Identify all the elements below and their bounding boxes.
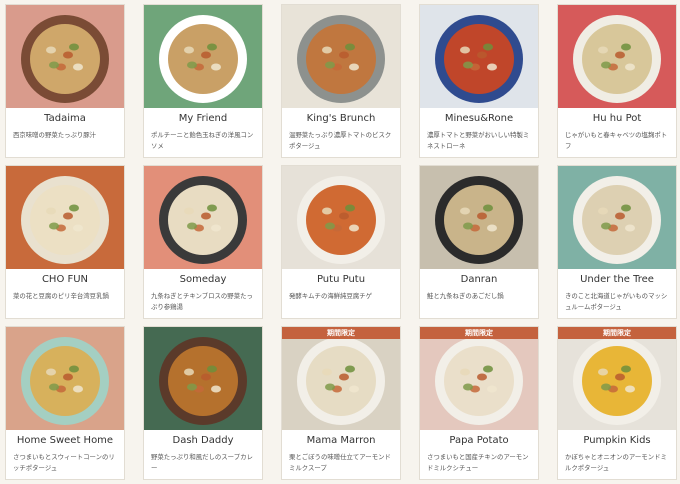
product-title[interactable]: Mama Marron <box>282 435 400 446</box>
product-description: ポルチーニと飴色玉ねぎの洋風コンソメ <box>151 131 254 150</box>
product-title[interactable]: Someday <box>144 274 262 285</box>
product-card[interactable]: 期間限定 Pumpkin Kids かぼちゃとオニオンのアーモンドミルクポタージュ <box>557 326 677 480</box>
product-title[interactable]: Minesu&Rone <box>420 113 538 124</box>
product-photo[interactable] <box>420 166 538 269</box>
product-card[interactable]: Someday 九条ねぎとチキンブロスの野菜たっぷり参鶏湯 <box>143 165 263 319</box>
product-title[interactable]: My Friend <box>144 113 262 124</box>
product-description: 野菜たっぷり和風だしのスープカレー <box>151 453 253 472</box>
product-card[interactable]: Dash Daddy 野菜たっぷり和風だしのスープカレー <box>143 326 263 480</box>
product-card[interactable]: 期間限定 Mama Marron 栗とごぼうの味噌仕立てアーモンドミルクスープ <box>281 326 401 480</box>
product-description: じゃがいもと春キャベツの塩麹ポトフ <box>565 131 668 150</box>
product-description: 栗とごぼうの味噌仕立てアーモンドミルクスープ <box>289 453 391 472</box>
product-description: 鮭と九条ねぎのあごだし鍋 <box>427 292 504 300</box>
product-photo[interactable] <box>558 5 676 108</box>
product-description: かぼちゃとオニオンのアーモンドミルクポタージュ <box>565 453 667 472</box>
product-photo[interactable] <box>6 166 124 269</box>
product-card[interactable]: Hu hu Pot じゃがいもと春キャベツの塩麹ポトフ <box>557 4 677 158</box>
product-card[interactable]: 期間限定 Papa Potato さつまいもと国産チキンのアーモンドミルクシチュー <box>419 326 539 480</box>
product-card[interactable]: CHO FUN 菜の花と豆腐のピリ辛台湾豆乳鍋 <box>5 165 125 319</box>
product-description: きのこと北海道じゃがいものマッシュルームポタージュ <box>565 292 668 311</box>
product-title[interactable]: King's Brunch <box>282 113 400 124</box>
product-title[interactable]: Papa Potato <box>420 435 538 446</box>
product-photo[interactable] <box>6 327 124 430</box>
product-photo[interactable] <box>420 5 538 108</box>
product-title[interactable]: Home Sweet Home <box>6 435 124 446</box>
product-description: さつまいもと国産チキンのアーモンドミルクシチュー <box>427 453 529 472</box>
product-photo[interactable] <box>144 166 262 269</box>
product-description: 濃厚トマトと野菜がおいしい特製ミネストローネ <box>427 131 530 150</box>
product-card[interactable]: Tadaima 西京味噌の野菜たっぷり豚汁 <box>5 4 125 158</box>
product-description: 西京味噌の野菜たっぷり豚汁 <box>13 131 97 139</box>
product-photo[interactable] <box>282 5 400 108</box>
product-title[interactable]: Pumpkin Kids <box>558 435 676 446</box>
product-title[interactable]: Danran <box>420 274 538 285</box>
product-title[interactable]: Hu hu Pot <box>558 113 676 124</box>
product-card[interactable]: Under the Tree きのこと北海道じゃがいものマッシュルームポタージュ <box>557 165 677 319</box>
product-photo[interactable] <box>558 327 676 430</box>
product-title[interactable]: Under the Tree <box>558 274 676 285</box>
product-photo[interactable] <box>420 327 538 430</box>
limited-badge: 期間限定 <box>282 327 400 339</box>
limited-badge: 期間限定 <box>558 327 676 339</box>
product-title[interactable]: Tadaima <box>6 113 124 124</box>
product-card[interactable]: Putu Putu 発酵キムチの海鮮純豆腐チゲ <box>281 165 401 319</box>
product-photo[interactable] <box>6 5 124 108</box>
product-description: 発酵キムチの海鮮純豆腐チゲ <box>289 292 373 300</box>
product-photo[interactable] <box>144 327 262 430</box>
product-photo[interactable] <box>558 166 676 269</box>
limited-badge: 期間限定 <box>420 327 538 339</box>
product-description: 菜の花と豆腐のピリ辛台湾豆乳鍋 <box>13 292 109 300</box>
product-photo[interactable] <box>282 327 400 430</box>
product-description: 温野菜たっぷり濃厚トマトのビスクポタージュ <box>289 131 392 150</box>
product-title[interactable]: Putu Putu <box>282 274 400 285</box>
product-grid: Tadaima 西京味噌の野菜たっぷり豚汁 My Friend ポルチーニと飴色玉ねぎ… <box>0 0 680 484</box>
product-description: さつまいもとスウィートコーンのリッチポタージュ <box>13 453 115 472</box>
product-photo[interactable] <box>144 5 262 108</box>
product-card[interactable]: Danran 鮭と九条ねぎのあごだし鍋 <box>419 165 539 319</box>
product-title[interactable]: Dash Daddy <box>144 435 262 446</box>
product-card[interactable]: My Friend ポルチーニと飴色玉ねぎの洋風コンソメ <box>143 4 263 158</box>
product-title[interactable]: CHO FUN <box>6 274 124 285</box>
product-card[interactable]: Minesu&Rone 濃厚トマトと野菜がおいしい特製ミネストローネ <box>419 4 539 158</box>
product-description: 九条ねぎとチキンブロスの野菜たっぷり参鶏湯 <box>151 292 253 311</box>
product-card[interactable]: Home Sweet Home さつまいもとスウィートコーンのリッチポタージュ <box>5 326 125 480</box>
product-card[interactable]: King's Brunch 温野菜たっぷり濃厚トマトのビスクポタージュ <box>281 4 401 158</box>
product-photo[interactable] <box>282 166 400 269</box>
